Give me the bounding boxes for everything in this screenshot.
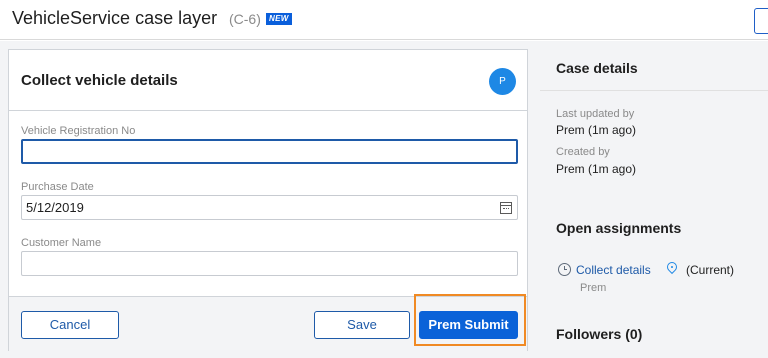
assignment-owner: Prem xyxy=(580,282,607,294)
sidebar-divider xyxy=(540,90,768,91)
field-label-purchase-date: Purchase Date xyxy=(21,181,94,193)
card-header: Collect vehicle details P xyxy=(9,50,527,111)
purchase-date-value: 5/12/2019 xyxy=(26,200,84,215)
case-id: (C-6) xyxy=(229,11,261,27)
field-label-customer-name: Customer Name xyxy=(21,237,102,249)
followers-heading: Followers (0) xyxy=(556,326,643,342)
avatar[interactable]: P xyxy=(489,68,516,95)
open-assignments-heading: Open assignments xyxy=(556,220,682,236)
created-by-value: Prem (1m ago) xyxy=(556,162,637,176)
clock-icon xyxy=(558,263,571,276)
last-updated-label: Last updated by xyxy=(556,108,635,120)
case-sidebar xyxy=(540,41,768,358)
case-title: VehicleService case layer xyxy=(12,8,218,28)
cancel-button[interactable]: Cancel xyxy=(21,311,119,339)
calendar-icon[interactable] xyxy=(500,202,512,214)
case-details-heading: Case details xyxy=(556,60,638,76)
top-action-button[interactable] xyxy=(754,8,768,34)
top-bar: VehicleService case layer (C-6) NEW xyxy=(0,0,768,40)
assignment-link[interactable]: Collect details xyxy=(576,263,651,277)
card-title: Collect vehicle details xyxy=(21,72,178,89)
customer-name-input[interactable] xyxy=(21,251,518,276)
created-by-label: Created by xyxy=(556,146,610,158)
submit-highlight-box xyxy=(414,294,526,346)
new-badge: NEW xyxy=(266,13,292,25)
assignment-status: (Current) xyxy=(686,263,735,277)
last-updated-value: Prem (1m ago) xyxy=(556,123,637,137)
field-label-vehicle-registration: Vehicle Registration No xyxy=(21,125,136,137)
save-button[interactable]: Save xyxy=(314,311,410,339)
vehicle-registration-input[interactable] xyxy=(21,139,518,164)
purchase-date-input[interactable]: 5/12/2019 xyxy=(21,195,518,220)
